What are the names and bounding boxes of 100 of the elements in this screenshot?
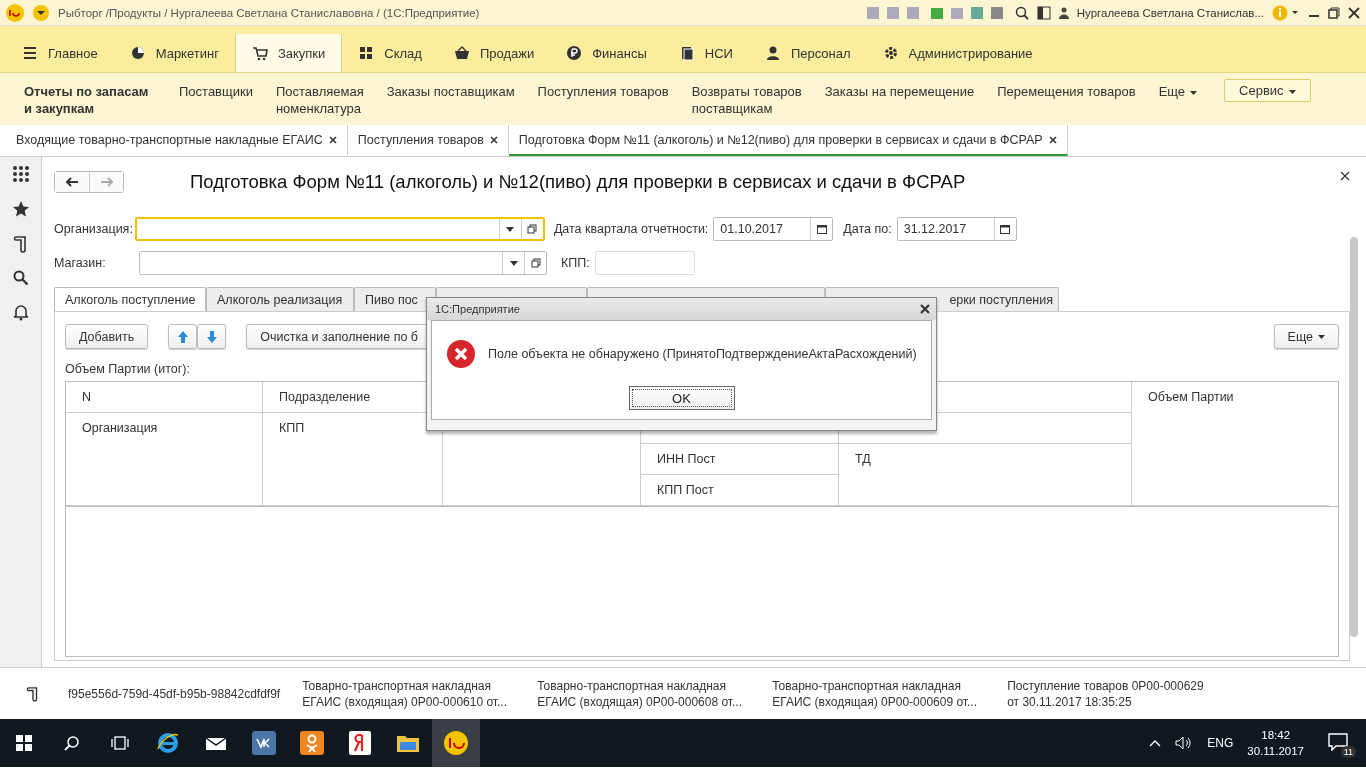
section-tab[interactable]: Продажи	[437, 34, 551, 72]
table-cell: КПП Пост	[641, 475, 839, 506]
nav-link[interactable]: Возвраты товаров поставщикам	[691, 83, 802, 117]
calendar-icon[interactable]	[1000, 224, 1011, 234]
back-button[interactable]	[55, 172, 89, 192]
history-icon[interactable]	[26, 685, 40, 702]
social-app-icon	[300, 731, 324, 755]
section-tab[interactable]: Персонал	[748, 34, 867, 72]
settings-icon	[882, 45, 899, 61]
panel-icon[interactable]	[1036, 5, 1051, 20]
section-tab[interactable]: Главное	[6, 34, 114, 72]
section-heading: Отчеты по запасам и закупкам	[24, 83, 150, 117]
section-tab[interactable]: Закупки	[234, 34, 343, 72]
nav-link[interactable]: Поступления товаров	[537, 83, 669, 100]
user-name[interactable]: Нургалеева Светлана Станислав...	[1076, 6, 1264, 19]
form-tab[interactable]: Пиво пос	[354, 287, 436, 311]
organization-field[interactable]	[134, 217, 545, 241]
task-view-icon	[111, 736, 129, 750]
close-button[interactable]	[920, 304, 930, 314]
cart-icon	[251, 45, 268, 61]
kpp-field[interactable]	[594, 251, 695, 275]
more-menu[interactable]: Еще	[1158, 83, 1198, 100]
open-tab[interactable]: Подготовка Форм №11 (алкоголь) и №12(пиво) для проверки в сервисах и сдачи в ФСРАР	[508, 125, 1068, 156]
notifications-icon[interactable]	[1328, 732, 1348, 751]
ok-button[interactable]: OK	[628, 386, 735, 410]
chevron-up-icon[interactable]	[1149, 739, 1162, 747]
nav-link[interactable]: Заказы на перемещение	[824, 83, 975, 100]
calendar-icon[interactable]	[816, 224, 827, 234]
open-icon[interactable]	[530, 258, 541, 268]
section-tab[interactable]: НСИ	[662, 34, 749, 72]
history-icon[interactable]	[12, 235, 29, 253]
ruble-icon	[566, 45, 583, 61]
dropdown-icon[interactable]	[32, 3, 50, 22]
history-link[interactable]: Товарно-транспортная накладная ЕГАИС (входящая) 0Р00-000609 от...	[772, 677, 986, 710]
apps-grid-icon[interactable]	[11, 165, 30, 183]
close-icon[interactable]	[1048, 135, 1057, 144]
section-tab[interactable]: Склад	[342, 34, 438, 72]
close-icon[interactable]	[1348, 6, 1360, 19]
form-tab[interactable]: Алкоголь поступление	[54, 287, 206, 311]
nav-link[interactable]: Перемещения товаров	[997, 83, 1136, 100]
dropdown-icon[interactable]	[509, 260, 518, 266]
caret-icon	[1318, 335, 1325, 340]
section-tab[interactable]: Администрирование	[866, 34, 1049, 72]
notification-count: 11	[1340, 745, 1356, 758]
pie-chart-icon	[129, 45, 146, 61]
back-arrow-icon	[65, 177, 79, 187]
table-cell: ТД	[839, 444, 1132, 506]
app-logo-icon	[6, 3, 24, 22]
search-icon[interactable]	[1014, 5, 1029, 20]
shop-field[interactable]	[139, 251, 547, 275]
browser-e-icon	[156, 731, 180, 755]
nav-link[interactable]: Поставляемая номенклатура	[275, 83, 364, 117]
search-icon[interactable]	[12, 270, 29, 286]
close-button[interactable]	[1340, 171, 1350, 181]
date-field[interactable]: 31.12.2017	[896, 217, 1017, 241]
caret-icon	[1190, 90, 1198, 95]
up-arrow-icon	[177, 330, 188, 343]
date-field[interactable]: 01.10.2017	[713, 217, 834, 241]
form-tab[interactable]: Алкоголь реализация	[206, 287, 354, 311]
dropdown-icon[interactable]	[506, 226, 515, 232]
person-icon	[764, 45, 781, 61]
history-link[interactable]: Товарно-транспортная накладная ЕГАИС (входящая) 0Р00-000608 от...	[537, 677, 751, 710]
column-header: Объем Партии	[1132, 382, 1329, 506]
close-icon[interactable]	[489, 135, 498, 144]
user-icon	[1058, 6, 1069, 19]
star-icon[interactable]	[11, 200, 30, 218]
section-tab[interactable]: Маркетинг	[113, 34, 235, 72]
service-button[interactable]: Сервис	[1224, 79, 1311, 102]
close-icon[interactable]	[328, 135, 337, 144]
speaker-icon[interactable]	[1175, 736, 1194, 750]
app-1c-button[interactable]	[432, 719, 480, 767]
add-button[interactable]: Добавить	[65, 324, 149, 349]
app-logo-icon	[443, 730, 469, 756]
down-arrow-icon	[206, 330, 217, 343]
history-link[interactable]: Товарно-транспортная накладная ЕГАИС (входящая) 0Р00-000610 от...	[302, 677, 516, 710]
grid-icon	[358, 45, 375, 61]
language-indicator[interactable]: ENG	[1207, 736, 1234, 750]
field-label: Дата по:	[843, 222, 892, 236]
clock[interactable]: 18:42 30.11.2017	[1247, 727, 1304, 759]
section-tab[interactable]: Финансы	[550, 34, 663, 72]
envelope-icon	[205, 735, 227, 751]
more-button[interactable]: Еще	[1273, 324, 1339, 349]
history-link[interactable]: Поступление товаров 0Р00-000629 от 30.11.2017 18:35:25	[1007, 677, 1221, 710]
move-down-button[interactable]	[197, 324, 227, 349]
move-up-button[interactable]	[168, 324, 198, 349]
nav-link[interactable]: Поставщики	[179, 83, 253, 100]
table-cell: Организация	[66, 413, 263, 506]
history-link[interactable]: f95e556d-759d-45df-b95b-98842cdfdf9f	[68, 685, 281, 702]
info-icon[interactable]	[1272, 4, 1300, 21]
open-icon[interactable]	[527, 224, 538, 234]
menu-icon	[22, 45, 38, 61]
bell-icon[interactable]	[12, 303, 29, 321]
windows-logo-icon	[16, 735, 32, 751]
error-message: Поле объекта не обнаружено (ПринятоПодтверждениеАктаРасхождений)	[488, 347, 917, 361]
nav-link[interactable]: Заказы поставщикам	[386, 83, 515, 100]
dialog-title: 1С:Предприятие	[435, 303, 520, 315]
scrollbar[interactable]	[1350, 237, 1358, 637]
restore-icon[interactable]	[1328, 6, 1340, 19]
total-label: Объем Партии (итог):	[65, 362, 191, 376]
browser-y-icon	[349, 731, 371, 755]
